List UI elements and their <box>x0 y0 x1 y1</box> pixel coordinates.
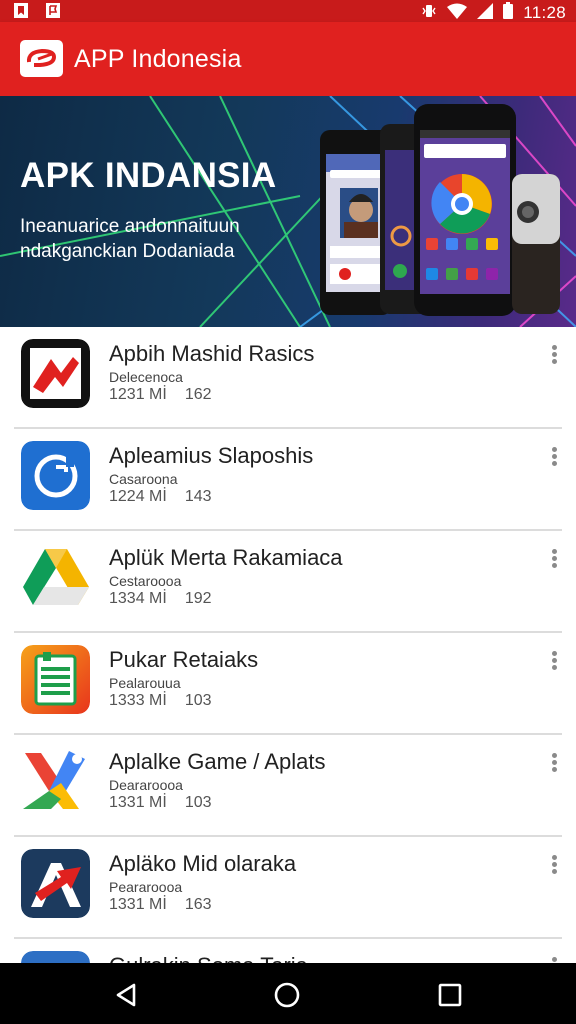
app-developer: Deararoooa <box>109 777 183 793</box>
red-arrow-app-icon <box>21 339 90 408</box>
recents-icon[interactable] <box>433 978 467 1012</box>
list-item[interactable]: Apbih Mashid Rasics Delecenoca 1231 Mİ 16… <box>0 327 576 429</box>
app-size: 1224 Mİ <box>109 488 167 505</box>
app-size: 1331 Mİ <box>109 896 167 913</box>
app-logo-icon[interactable] <box>20 40 63 77</box>
overflow-menu-icon[interactable] <box>550 345 558 367</box>
battery-icon <box>503 2 514 24</box>
vibrate-icon <box>421 3 437 24</box>
app-rating: 103 <box>184 692 212 709</box>
app-name: Aplalke Game / Aplats <box>109 749 326 774</box>
list-item[interactable]: Aplalke Game / Aplats Deararoooa 1331 Mİ… <box>0 735 576 837</box>
app-name: Pukar Retaiaks <box>109 647 259 672</box>
list-item[interactable]: Apleamius Slaposhis Casaroona 1224 Mİ 143 <box>0 429 576 531</box>
notification-flag-icon <box>46 3 60 18</box>
navigation-bar <box>0 963 576 1024</box>
app-rating: 163 <box>184 896 212 913</box>
overflow-menu-icon[interactable] <box>550 651 558 673</box>
banner-artwork <box>0 96 576 327</box>
notification-bookmark-icon <box>14 3 28 18</box>
multicolor-x-app-icon <box>21 747 90 816</box>
app-size: 1331 Mİ <box>109 794 167 811</box>
app-meta: 1331 Mİ 103 <box>109 793 212 813</box>
app-rating: 192 <box>184 590 212 607</box>
status-time: 11:28 <box>523 3 566 22</box>
app-name: Apläko Mid olaraka <box>109 851 297 876</box>
signal-icon <box>477 2 494 24</box>
app-meta: 1224 Mİ 143 <box>109 487 212 507</box>
app-size: 1333 Mİ <box>109 692 167 709</box>
app-size: 1231 Mİ <box>109 386 167 403</box>
app-developer: Delecenoca <box>109 369 183 385</box>
app-meta: 1333 Mİ 103 <box>109 691 212 711</box>
status-bar: 11:28 <box>0 0 576 22</box>
app-list[interactable]: Apbih Mashid Rasics Delecenoca 1231 Mİ 16… <box>0 327 576 963</box>
back-icon[interactable] <box>110 978 144 1012</box>
app-bar: APP Indonesia <box>0 22 576 96</box>
app-name: Apleamius Slaposhis <box>109 443 314 468</box>
app-name: Aplük Merta Rakamiaca <box>109 545 343 570</box>
app-developer: Peararoooa <box>109 879 183 895</box>
promo-banner[interactable]: APK INDANSIA Ineanuarice andonnaituun nd… <box>0 96 576 327</box>
wifi-icon <box>447 3 468 24</box>
app-rating: 143 <box>184 488 212 505</box>
app-meta: 1334 Mİ 192 <box>109 589 212 609</box>
list-item[interactable]: Gulrakin Soma Taria <box>0 939 576 963</box>
drive-triangle-app-icon <box>21 543 90 612</box>
app-title: APP Indonesia <box>74 45 242 73</box>
banner-title: APK INDANSIA <box>20 156 277 195</box>
overflow-menu-icon[interactable] <box>550 549 558 571</box>
red-arrow-dark-app-icon <box>21 849 90 918</box>
overflow-menu-icon[interactable] <box>550 447 558 469</box>
app-rating: 162 <box>184 386 212 403</box>
app-developer: Casaroona <box>109 471 178 487</box>
list-item[interactable]: Pukar Retaiaks Pealarouua 1333 Mİ 103 <box>0 633 576 735</box>
app-meta: 1231 Mİ 162 <box>109 385 212 405</box>
home-icon[interactable] <box>270 978 304 1012</box>
overflow-menu-icon[interactable] <box>550 855 558 877</box>
green-document-app-icon <box>21 645 90 714</box>
overflow-menu-icon[interactable] <box>550 753 558 775</box>
app-name: Gulrakin Soma Taria <box>109 952 308 963</box>
app-size: 1334 Mİ <box>109 590 167 607</box>
blue-wave-app-icon <box>21 951 90 963</box>
list-item[interactable]: Apläko Mid olaraka Peararoooa 1331 Mİ 163 <box>0 837 576 939</box>
list-item[interactable]: Aplük Merta Rakamiaca Cestaroooa 1334 Mİ… <box>0 531 576 633</box>
banner-subtitle: Ineanuarice andonnaituun ndakganckian Do… <box>20 216 240 262</box>
app-developer: Cestaroooa <box>109 573 182 589</box>
blue-refresh-app-icon <box>21 441 90 510</box>
app-name: Apbih Mashid Rasics <box>109 341 315 366</box>
app-developer: Pealarouua <box>109 675 181 691</box>
app-rating: 103 <box>184 794 212 811</box>
app-meta: 1331 Mİ 163 <box>109 895 212 915</box>
